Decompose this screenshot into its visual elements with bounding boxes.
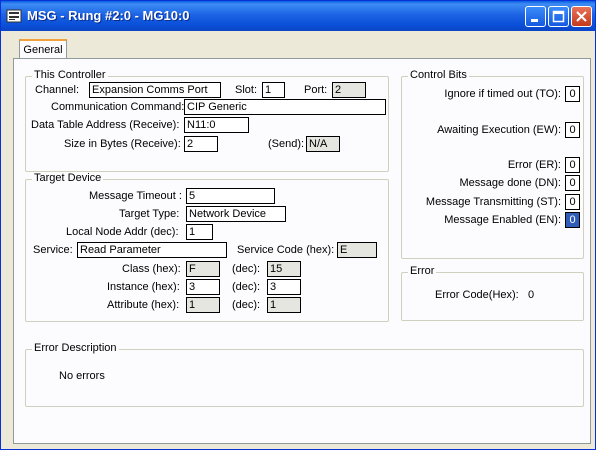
class-dec-label: (dec): (232, 263, 261, 275)
control-bit-dn-checkbox[interactable]: 0 (565, 175, 580, 191)
error-code-label: Error Code(Hex): (435, 289, 519, 301)
control-bit-to-checkbox[interactable]: 0 (565, 86, 580, 102)
control-bit-ew-label: Awaiting Execution (EW): (437, 124, 561, 136)
attribute-hex-field: 1 (186, 297, 220, 313)
comm-command-label: Communication Command: (51, 101, 185, 113)
error-description-title: Error Description (32, 342, 119, 354)
service-label: Service: (33, 244, 73, 256)
control-bit-st-checkbox[interactable]: 0 (565, 194, 580, 210)
local-node-field[interactable]: 1 (186, 224, 213, 240)
control-bit-en-checkbox[interactable]: 0 (565, 212, 580, 228)
error-code-value: 0 (528, 289, 535, 301)
class-dec-field: 15 (267, 261, 301, 277)
data-table-label: Data Table Address (Receive): (31, 119, 180, 131)
error-description-group: Error Description No errors (25, 342, 584, 407)
control-bits-title: Control Bits (408, 69, 469, 81)
control-bit-st-label: Message Transmitting (ST): (425, 196, 561, 208)
comm-command-field[interactable]: CIP Generic (184, 99, 386, 115)
error-title: Error (408, 265, 437, 277)
minimize-button[interactable] (525, 6, 546, 27)
size-receive-label: Size in Bytes (Receive): (64, 138, 181, 150)
error-description-text: No errors (59, 370, 105, 382)
target-device-group: Target Device Message Timeout : 5 Target… (25, 172, 389, 322)
target-type-field[interactable]: Network Device (186, 206, 286, 222)
window-title: MSG - Rung #2:0 - MG10:0 (27, 8, 190, 23)
close-button[interactable] (571, 6, 592, 27)
channel-field[interactable]: Expansion Comms Port (89, 82, 221, 98)
msg-app-icon (6, 9, 22, 23)
size-receive-field[interactable]: 2 (184, 136, 218, 152)
this-controller-group: This Controller Channel: Expansion Comms… (25, 69, 389, 172)
control-bit-ew-checkbox[interactable]: 0 (565, 122, 580, 138)
data-table-field[interactable]: N11:0 (184, 117, 249, 133)
message-timeout-label: Message Timeout : (89, 190, 182, 202)
slot-field[interactable]: 1 (262, 82, 285, 98)
target-device-title: Target Device (32, 172, 104, 184)
close-icon (576, 11, 587, 22)
instance-dec-field[interactable]: 3 (267, 279, 301, 295)
error-group: Error Error Code(Hex): 0 (401, 265, 584, 321)
control-bit-dn-label: Message done (DN): (459, 177, 562, 189)
send-label: (Send): (268, 138, 305, 150)
local-node-label: Local Node Addr (dec): (66, 226, 179, 238)
attribute-dec-label: (dec): (232, 299, 261, 311)
port-label: Port: (304, 84, 328, 96)
service-code-label: Service Code (hex): (237, 244, 335, 256)
title-bar[interactable]: MSG - Rung #2:0 - MG10:0 (1, 1, 595, 31)
attribute-hex-label: Attribute (hex): (107, 299, 180, 311)
instance-hex-field[interactable]: 3 (186, 279, 220, 295)
msg-window: MSG - Rung #2:0 - MG10:0 General This Co… (0, 0, 596, 450)
service-code-field: E (337, 242, 377, 258)
control-bit-to-label: Ignore if timed out (TO): (444, 88, 561, 100)
maximize-button[interactable] (548, 6, 569, 27)
this-controller-title: This Controller (32, 69, 108, 81)
class-hex-label: Class (hex): (122, 263, 181, 275)
client-area: General This Controller Channel: Expansi… (5, 31, 591, 445)
target-type-label: Target Type: (119, 208, 180, 220)
control-bit-er-checkbox[interactable]: 0 (565, 157, 580, 173)
message-timeout-field[interactable]: 5 (186, 188, 275, 204)
general-tab-panel: This Controller Channel: Expansion Comms… (13, 58, 591, 444)
send-field: N/A (306, 136, 340, 152)
instance-dec-label: (dec): (232, 281, 261, 293)
control-bits-group: Control Bits Ignore if timed out (TO): 0… (401, 69, 584, 259)
control-bit-en-label: Message Enabled (EN): (444, 214, 561, 226)
minimize-icon (531, 19, 538, 22)
tab-general[interactable]: General (19, 39, 67, 59)
service-field[interactable]: Read Parameter (77, 242, 227, 258)
instance-hex-label: Instance (hex): (107, 281, 180, 293)
channel-label: Channel: (35, 84, 80, 96)
control-bit-er-label: Error (ER): (507, 159, 561, 171)
attribute-dec-field: 1 (267, 297, 301, 313)
maximize-icon (552, 10, 565, 23)
port-field: 2 (332, 82, 366, 98)
slot-label: Slot: (235, 84, 258, 96)
class-hex-field: F (186, 261, 220, 277)
